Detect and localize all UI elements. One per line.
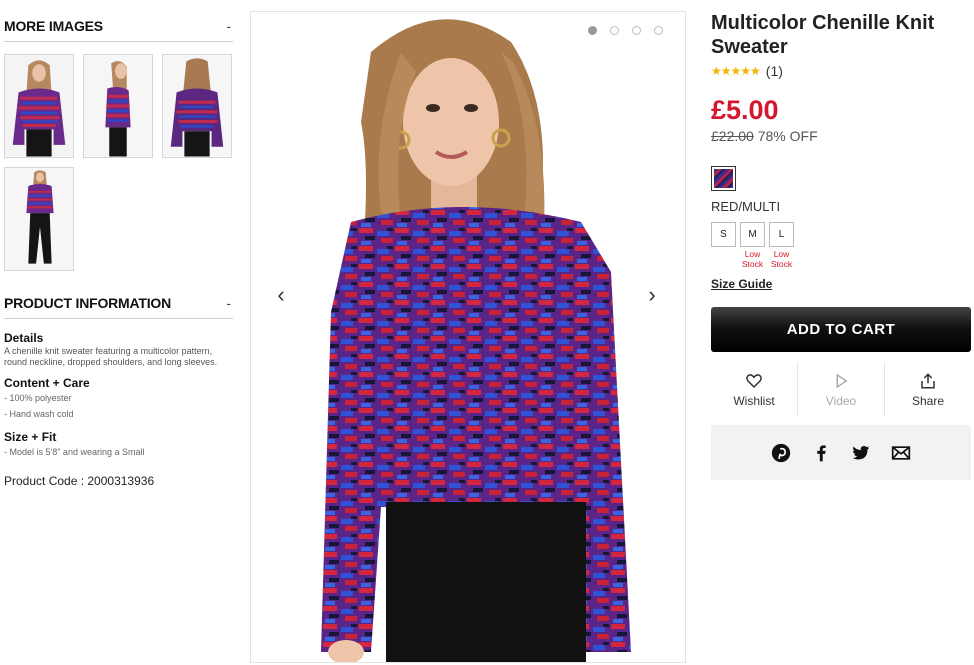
star-rating-icon: ★★★★★: [711, 64, 761, 78]
thumbnail-front[interactable]: [4, 54, 74, 158]
original-price-row: £22.00 78% OFF: [711, 128, 971, 144]
details-label: Details: [4, 331, 44, 345]
size-fit-label: Size + Fit: [4, 430, 57, 444]
share-icon: [921, 372, 935, 388]
product-information-collapse-toggle[interactable]: -: [226, 295, 231, 311]
discount-label: 78% OFF: [757, 128, 818, 144]
thumbnail-full-body-image: [5, 168, 73, 270]
carousel-dot[interactable]: [588, 26, 597, 35]
size-fit-item: - Model is 5'8" and wearing a Small: [4, 447, 145, 457]
size-guide-link[interactable]: Size Guide: [711, 277, 772, 291]
more-images-header[interactable]: MORE IMAGES -: [4, 10, 233, 42]
size-option-l[interactable]: L Low Stock: [769, 222, 794, 269]
product-information-title: PRODUCT INFORMATION: [4, 294, 172, 311]
size-fit-section: Size + Fit - Model is 5'8" and wearing a…: [4, 430, 233, 460]
details-text: A chenille knit sweater featuring a mult…: [4, 346, 218, 367]
pinterest-icon[interactable]: [771, 443, 791, 463]
carousel-dot[interactable]: [632, 26, 641, 35]
thumbnail-side-image: [84, 55, 152, 157]
carousel-dots: [588, 26, 663, 35]
thumbnail-full-body[interactable]: [4, 167, 74, 271]
social-share-bar: [711, 425, 971, 480]
wishlist-button[interactable]: Wishlist: [711, 362, 797, 417]
product-detail-panel: Multicolor Chenille Knit Sweater ★★★★★ (…: [711, 11, 971, 480]
share-button[interactable]: Share: [884, 362, 971, 417]
thumbnail-front-image: [5, 55, 73, 157]
main-product-image[interactable]: ‹ ›: [250, 11, 686, 663]
size-button[interactable]: M: [740, 222, 765, 247]
product-information-header[interactable]: PRODUCT INFORMATION -: [4, 287, 233, 319]
swatch-pattern: [714, 169, 733, 188]
low-stock-label: Low Stock: [741, 249, 764, 269]
content-care-section: Content + Care - 100% polyester - Hand w…: [4, 376, 233, 422]
prev-image-arrow-icon[interactable]: ‹: [266, 280, 296, 310]
size-button[interactable]: S: [711, 222, 736, 247]
share-label: Share: [911, 393, 945, 408]
carousel-dot[interactable]: [654, 26, 663, 35]
wishlist-label: Wishlist: [733, 393, 775, 408]
content-care-item: - Hand wash cold: [4, 409, 74, 419]
content-care-label: Content + Care: [4, 376, 90, 390]
thumbnail-back-image: [163, 55, 231, 157]
carousel-dot[interactable]: [610, 26, 619, 35]
next-image-arrow-icon[interactable]: ›: [637, 280, 667, 310]
twitter-icon[interactable]: [851, 443, 871, 463]
model-photo: [251, 12, 685, 662]
size-option-m[interactable]: M Low Stock: [740, 222, 765, 269]
product-actions: Wishlist Video Share: [711, 362, 971, 417]
size-option-s[interactable]: S: [711, 222, 736, 269]
facebook-icon[interactable]: [811, 443, 831, 463]
size-selector: S M Low Stock L Low Stock: [711, 222, 971, 269]
product-title: Multicolor Chenille Knit Sweater: [711, 12, 935, 58]
more-images-collapse-toggle[interactable]: -: [226, 18, 231, 34]
add-to-cart-button[interactable]: ADD TO CART: [711, 307, 971, 352]
sale-price: £5.00: [711, 95, 779, 125]
details-section: Details A chenille knit sweater featurin…: [4, 331, 233, 368]
left-column: MORE IMAGES - PRODUCT INFORMATION - Deta…: [4, 10, 233, 488]
color-swatch[interactable]: [711, 166, 736, 191]
video-button[interactable]: Video: [797, 362, 884, 417]
rating-count[interactable]: (1): [766, 63, 783, 79]
video-label: Video: [825, 393, 857, 408]
content-care-item: - 100% polyester: [4, 393, 72, 403]
thumbnail-back[interactable]: [162, 54, 232, 158]
size-button[interactable]: L: [769, 222, 794, 247]
original-price: £22.00: [711, 128, 754, 144]
email-icon[interactable]: [891, 443, 911, 463]
more-images-title: MORE IMAGES: [4, 17, 103, 34]
thumbnail-grid: [4, 54, 233, 271]
rating-row[interactable]: ★★★★★ (1): [711, 63, 971, 79]
low-stock-label: Low Stock: [770, 249, 793, 269]
play-icon: [836, 373, 848, 388]
selected-color-name: RED/MULTI: [711, 199, 781, 214]
thumbnail-side[interactable]: [83, 54, 153, 158]
product-code: Product Code : 2000313936: [4, 474, 155, 488]
heart-icon: [746, 373, 762, 388]
